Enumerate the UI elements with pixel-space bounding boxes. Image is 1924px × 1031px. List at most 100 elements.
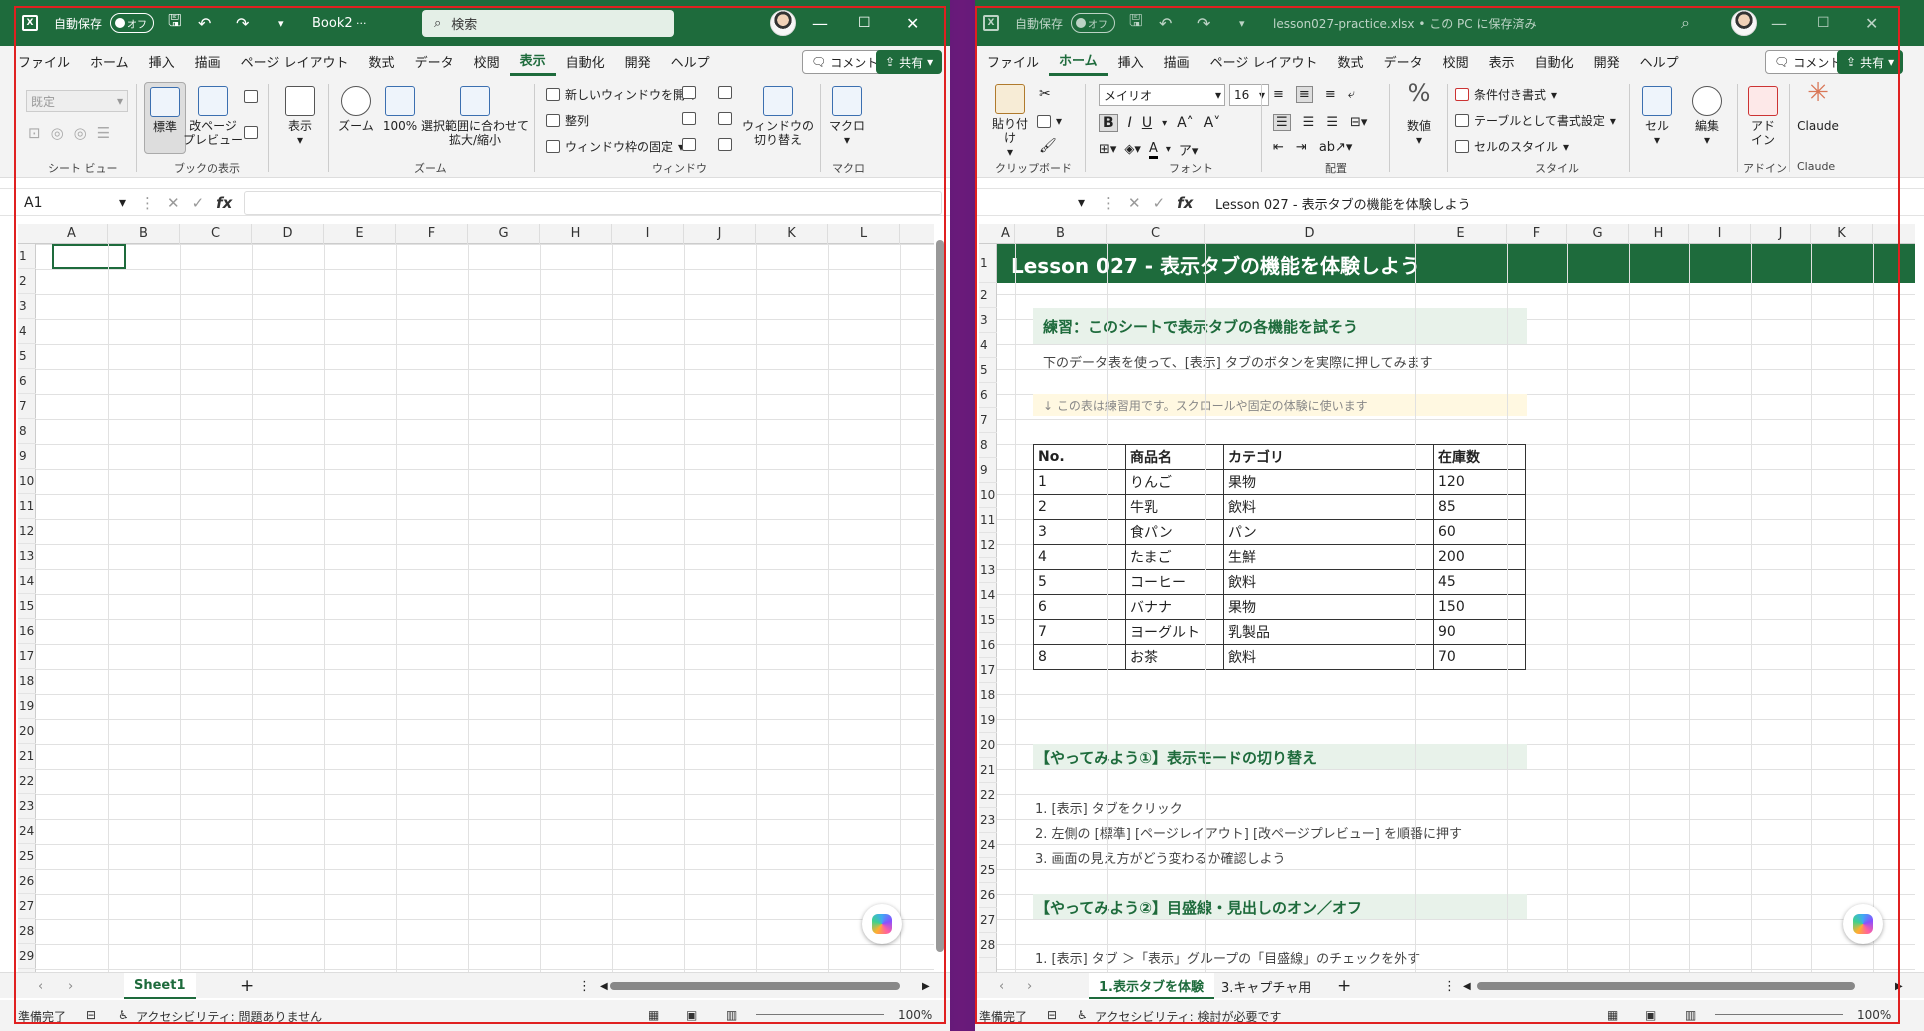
add-sheet-icon[interactable]: + — [230, 973, 264, 999]
add-ins-button[interactable]: アド イン — [1743, 86, 1783, 147]
reset-position-icon[interactable] — [718, 138, 732, 151]
accessibility-icon[interactable]: ♿ — [118, 1008, 129, 1022]
autosave-toggle[interactable]: オフ — [1071, 13, 1115, 33]
table-cell[interactable]: 6 — [1033, 594, 1126, 620]
table-cell[interactable]: 7 — [1033, 619, 1126, 645]
row-header[interactable]: 5 — [18, 344, 36, 369]
table-cell[interactable]: 乳製品 — [1223, 619, 1434, 645]
column-header[interactable]: F — [396, 224, 468, 244]
undo-icon[interactable]: ↶ — [198, 0, 211, 46]
cells-button[interactable]: セル ▾ — [1635, 86, 1679, 147]
row-header[interactable]: 9 — [18, 444, 36, 469]
formula-input[interactable]: Lesson 027 - 表示タブの機能を体験しよう — [1203, 191, 1915, 215]
row-header[interactable]: 26 — [979, 883, 997, 908]
phonetic-icon[interactable]: ア▾ — [1179, 140, 1199, 159]
tab-menu-11[interactable]: ヘルプ — [661, 46, 720, 76]
insert-function-button[interactable]: fx — [1177, 194, 1193, 212]
row-header[interactable]: 25 — [18, 844, 36, 869]
horizontal-scrollbar[interactable] — [610, 982, 900, 990]
accessibility-icon[interactable]: ♿ — [1077, 1008, 1088, 1022]
show-button[interactable]: 表示 ▾ — [280, 86, 320, 147]
zoom-slider[interactable] — [756, 1014, 884, 1015]
scroll-right-icon[interactable]: ▶ — [1885, 973, 1913, 999]
enter-icon[interactable]: ✓ — [192, 194, 205, 212]
table-cell[interactable]: 45 — [1433, 569, 1526, 595]
column-header[interactable]: I — [612, 224, 684, 244]
sheet-view-select[interactable]: 既定 ▾ — [26, 90, 128, 112]
tab-menu-5[interactable]: 数式 — [359, 46, 405, 76]
zoom-slider[interactable] — [1715, 1014, 1843, 1015]
column-header[interactable]: G — [468, 224, 540, 244]
sheet-tab-view[interactable]: 1.表示タブを体験 — [1089, 973, 1214, 999]
exit-icon[interactable]: ◎ — [51, 124, 64, 142]
add-sheet-icon[interactable]: + — [1327, 973, 1361, 999]
italic-button[interactable]: I — [1128, 115, 1132, 131]
zoom-level[interactable]: 100% — [898, 1008, 932, 1022]
column-header[interactable]: K — [756, 224, 828, 244]
row-header[interactable]: 5 — [979, 358, 997, 383]
indent-decrease-icon[interactable]: ⇤ — [1273, 140, 1284, 155]
hide-icon[interactable] — [682, 112, 696, 125]
tab-menu-2[interactable]: 挿入 — [1108, 46, 1154, 76]
tab-menu-1[interactable]: ホーム — [80, 46, 139, 76]
row-header[interactable]: 9 — [979, 458, 997, 483]
maximize-icon[interactable]: ☐ — [1817, 0, 1857, 46]
tab-menu-10[interactable]: 開発 — [1584, 46, 1630, 76]
row-header[interactable]: 15 — [979, 608, 997, 633]
book-name[interactable]: lesson027-practice.xlsx • この PC に保存済み — [1273, 0, 1536, 46]
macro-record-icon[interactable]: ⊟ — [86, 1008, 96, 1022]
normal-view-icon[interactable]: ▦ — [1607, 1008, 1618, 1022]
page-break-view-icon[interactable]: ▥ — [1685, 1008, 1696, 1022]
formula-input[interactable] — [244, 191, 942, 215]
borders-icon[interactable]: ⊞▾ — [1099, 142, 1116, 157]
column-header[interactable]: B — [108, 224, 180, 244]
align-middle-icon[interactable]: ≡ — [1295, 86, 1313, 103]
row-header[interactable]: 21 — [18, 744, 36, 769]
customize-qat-icon[interactable]: ▾ — [278, 0, 284, 46]
arrange-button[interactable]: 整列 — [546, 112, 589, 129]
shrink-font-icon[interactable]: A˅ — [1204, 115, 1221, 131]
column-header[interactable]: H — [1629, 224, 1689, 244]
accessibility-status[interactable]: アクセシビリティ: 検討が必要です — [1095, 1008, 1282, 1025]
row-header[interactable]: 18 — [979, 683, 997, 708]
column-header[interactable]: E — [324, 224, 396, 244]
row-header[interactable]: 12 — [18, 519, 36, 544]
table-cell[interactable]: 8 — [1033, 644, 1126, 670]
row-header[interactable]: 16 — [979, 633, 997, 658]
column-header[interactable]: K — [1811, 224, 1873, 244]
tab-menu-9[interactable]: 自動化 — [556, 46, 615, 76]
font-color-icon[interactable]: A — [1148, 141, 1158, 159]
tab-menu-8[interactable]: 表示 — [509, 46, 556, 76]
row-header[interactable]: 6 — [979, 383, 997, 408]
number-format-button[interactable]: % 数値 ▾ — [1397, 81, 1441, 147]
cut-icon[interactable]: ✂ — [1039, 86, 1051, 102]
tab-menu-3[interactable]: 描画 — [185, 46, 231, 76]
tab-menu-8[interactable]: 表示 — [1479, 46, 1525, 76]
tab-menu-1[interactable]: ホーム — [1049, 46, 1108, 76]
copy-icon[interactable]: ▾ — [1037, 114, 1062, 128]
column-header[interactable]: I — [1689, 224, 1751, 244]
keep-icon[interactable]: ⊡ — [28, 124, 41, 142]
row-header[interactable]: 17 — [18, 644, 36, 669]
row-header[interactable]: 13 — [18, 544, 36, 569]
row-header[interactable]: 2 — [979, 283, 997, 308]
row-header[interactable]: 13 — [979, 558, 997, 583]
table-cell[interactable]: 飲料 — [1223, 644, 1434, 670]
undo-icon[interactable]: ↶ — [1159, 0, 1172, 46]
prev-sheet-icon[interactable]: ‹ — [989, 973, 1014, 999]
column-header[interactable]: E — [1415, 224, 1507, 244]
indent-increase-icon[interactable]: ⇥ — [1296, 140, 1307, 155]
tab-menu-0[interactable]: ファイル — [977, 46, 1049, 76]
normal-view-button[interactable]: 標準 — [144, 82, 186, 154]
row-header[interactable]: 18 — [18, 669, 36, 694]
column-header[interactable]: C — [180, 224, 252, 244]
table-cell[interactable]: 牛乳 — [1125, 494, 1224, 520]
avatar[interactable] — [770, 10, 796, 36]
minimize-icon[interactable]: — — [812, 0, 852, 46]
page-break-preview-button[interactable]: 改ページ プレビュー — [183, 86, 243, 147]
column-header[interactable]: J — [684, 224, 756, 244]
tab-menu-7[interactable]: 校閲 — [1433, 46, 1479, 76]
close-icon[interactable]: ✕ — [1865, 0, 1905, 46]
row-header[interactable]: 4 — [18, 319, 36, 344]
row-header[interactable]: 2 — [18, 269, 36, 294]
